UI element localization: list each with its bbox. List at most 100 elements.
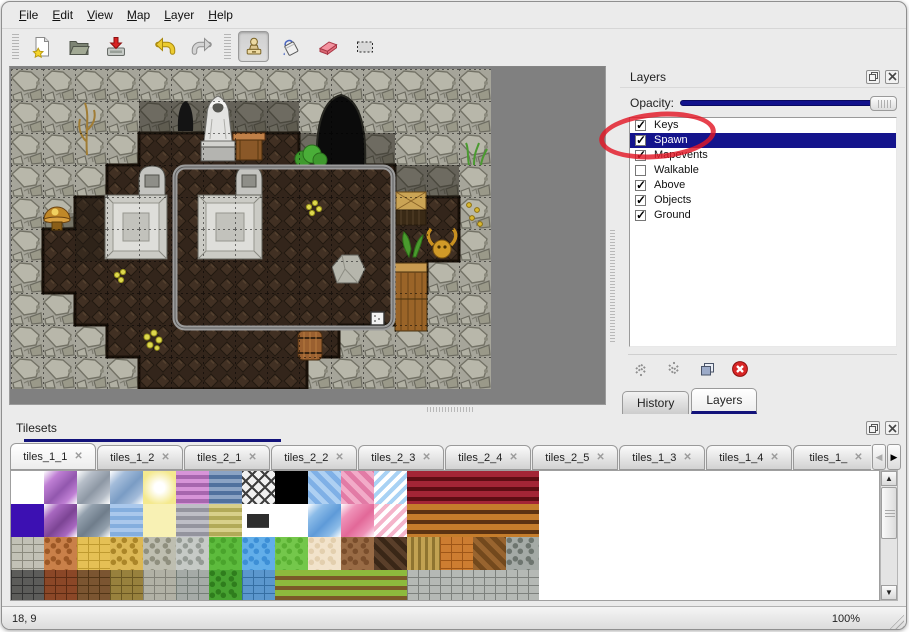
map-canvas[interactable] (9, 66, 606, 405)
resize-grip[interactable] (889, 614, 904, 629)
tile-2-12[interactable] (407, 537, 440, 570)
tile-2-10[interactable] (341, 537, 374, 570)
tile-0-15[interactable] (506, 471, 539, 504)
close-tab-icon[interactable]: ✕ (422, 453, 430, 463)
duplicate-layer-button[interactable] (694, 357, 720, 381)
menu-file[interactable]: File (12, 5, 45, 25)
tile-3-8[interactable] (275, 570, 308, 601)
layer-visibility-checkbox[interactable] (635, 165, 646, 176)
tile-3-4[interactable] (143, 570, 176, 601)
scroll-up-button[interactable]: ▲ (881, 471, 897, 486)
tile-2-13[interactable] (440, 537, 473, 570)
rect-select-tool-button[interactable] (349, 31, 380, 62)
tile-0-9[interactable] (308, 471, 341, 504)
opacity-slider[interactable] (680, 95, 897, 111)
tile-1-3[interactable] (110, 504, 143, 537)
opacity-slider-handle[interactable] (870, 96, 897, 111)
layer-visibility-checkbox[interactable] (635, 180, 646, 191)
close-tab-icon[interactable]: ✕ (854, 453, 862, 463)
eraser-tool-button[interactable] (312, 31, 343, 62)
tile-3-3[interactable] (110, 570, 143, 601)
tile-1-1[interactable] (44, 504, 77, 537)
layer-visibility-checkbox[interactable] (635, 195, 646, 206)
tile-0-2[interactable] (77, 471, 110, 504)
tile-3-15[interactable] (506, 570, 539, 601)
tile-1-4[interactable] (143, 504, 176, 537)
tile-3-14[interactable] (473, 570, 506, 601)
tile-1-9[interactable] (308, 504, 341, 537)
scrollbar-thumb[interactable] (881, 487, 897, 539)
tile-3-1[interactable] (44, 570, 77, 601)
tab-history[interactable]: History (622, 391, 689, 414)
menu-edit[interactable]: Edit (45, 5, 80, 25)
float-panel-button[interactable] (866, 70, 880, 84)
layer-row-objects[interactable]: Objects (630, 193, 896, 208)
scroll-tabs-left-button[interactable]: ◀ (872, 444, 886, 470)
close-tab-icon[interactable]: ✕ (248, 453, 256, 463)
tile-3-10[interactable] (341, 570, 374, 601)
close-tab-icon[interactable]: ✕ (596, 453, 604, 463)
toolbar-grip[interactable] (12, 34, 19, 60)
close-panel-button[interactable] (885, 421, 899, 435)
tab-layers[interactable]: Layers (691, 388, 757, 414)
stamp-tool-button[interactable] (238, 31, 269, 62)
tile-0-10[interactable] (341, 471, 374, 504)
tile-2-2[interactable] (77, 537, 110, 570)
close-tab-icon[interactable]: ✕ (74, 452, 82, 462)
tile-0-0[interactable] (11, 471, 44, 504)
tile-1-10[interactable] (341, 504, 374, 537)
layer-row-ground[interactable]: Ground (630, 208, 896, 223)
tileset-tab-tiles_2_3[interactable]: tiles_2_3✕ (358, 445, 444, 470)
tile-2-4[interactable] (143, 537, 176, 570)
tile-2-3[interactable] (110, 537, 143, 570)
tiles-scrollbar[interactable]: ▲ ▼ (880, 470, 898, 601)
delete-layer-button[interactable] (727, 357, 753, 381)
close-tab-icon[interactable]: ✕ (683, 453, 691, 463)
close-tab-icon[interactable]: ✕ (770, 453, 778, 463)
close-tab-icon[interactable]: ✕ (335, 453, 343, 463)
scroll-tabs-right-button[interactable]: ▶ (887, 444, 901, 470)
tile-0-3[interactable] (110, 471, 143, 504)
layer-row-walkable[interactable]: Walkable (630, 163, 896, 178)
open-map-button[interactable] (63, 31, 94, 62)
tileset-tab-tiles_2_1[interactable]: tiles_2_1✕ (184, 445, 270, 470)
tile-3-9[interactable] (308, 570, 341, 601)
lower-layer-button[interactable] (661, 357, 687, 381)
tile-2-1[interactable] (44, 537, 77, 570)
close-tab-icon[interactable]: ✕ (161, 453, 169, 463)
tile-2-6[interactable] (209, 537, 242, 570)
tile-2-7[interactable] (242, 537, 275, 570)
float-panel-button[interactable] (866, 421, 880, 435)
tile-0-8[interactable] (275, 471, 308, 504)
tile-1-2[interactable] (77, 504, 110, 537)
menu-help[interactable]: Help (201, 5, 240, 25)
save-map-button[interactable] (100, 31, 131, 62)
tile-3-0[interactable] (11, 570, 44, 601)
selection-resize-handle[interactable] (371, 312, 384, 325)
close-tab-icon[interactable]: ✕ (509, 453, 517, 463)
new-map-button[interactable] (26, 31, 57, 62)
tile-2-0[interactable] (11, 537, 44, 570)
tile-1-0[interactable] (11, 504, 44, 537)
tile-0-7[interactable] (242, 471, 275, 504)
tile-0-12[interactable] (407, 471, 440, 504)
tile-3-2[interactable] (77, 570, 110, 601)
tileset-tab-tiles_1_3[interactable]: tiles_1_3✕ (619, 445, 705, 470)
tile-0-14[interactable] (473, 471, 506, 504)
layer-visibility-checkbox[interactable] (635, 210, 646, 221)
tile-0-11[interactable] (374, 471, 407, 504)
tile-3-13[interactable] (440, 570, 473, 601)
fill-tool-button[interactable] (275, 31, 306, 62)
menu-layer[interactable]: Layer (157, 5, 201, 25)
tileset-tab-tiles_1_1[interactable]: tiles_1_1✕ (10, 443, 96, 470)
vertical-splitter[interactable] (610, 230, 615, 342)
tileset-tab-tiles_1_4[interactable]: tiles_1_4✕ (706, 445, 792, 470)
tile-3-6[interactable] (209, 570, 242, 601)
tile-2-5[interactable] (176, 537, 209, 570)
redo-button[interactable] (186, 31, 217, 62)
tile-2-15[interactable] (506, 537, 539, 570)
tile-1-7[interactable] (242, 504, 275, 537)
tile-3-5[interactable] (176, 570, 209, 601)
tile-0-4[interactable] (143, 471, 176, 504)
tile-3-11[interactable] (374, 570, 407, 601)
